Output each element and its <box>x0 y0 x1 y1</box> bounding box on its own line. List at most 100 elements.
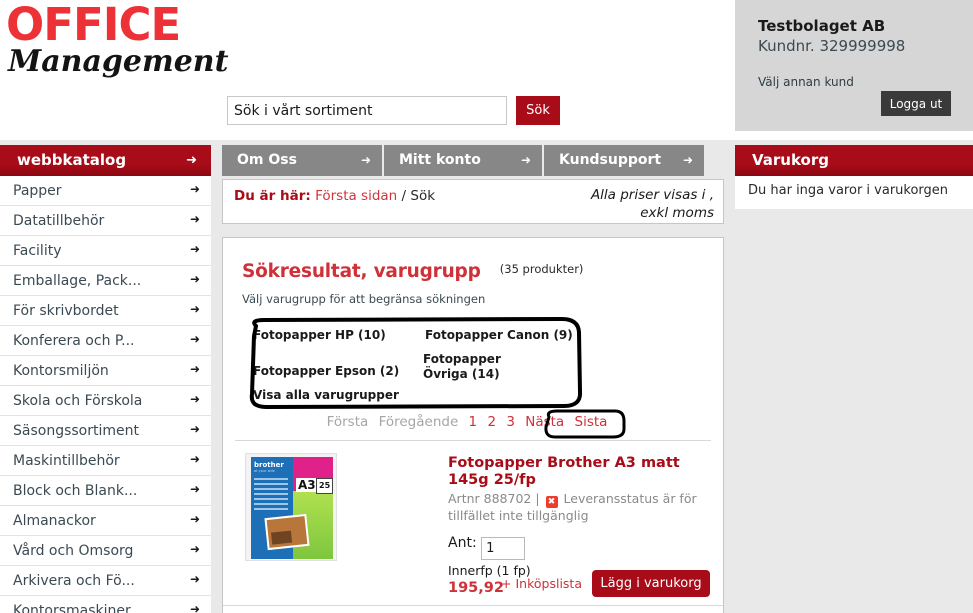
top-nav-tabs: Om Oss ➜ Mitt konto ➜ Kundsupport ➜ <box>222 145 724 176</box>
sidebar-item-label: Skola och Förskola <box>13 393 143 409</box>
logout-button[interactable]: Logga ut <box>881 91 951 116</box>
sidebar-item-block-blank[interactable]: Block och Blank... ➜ <box>0 476 211 506</box>
sidebar-item-skola[interactable]: Skola och Förskola ➜ <box>0 386 211 416</box>
sidebar-item-label: För skrivbordet <box>13 303 119 319</box>
arrow-right-icon: ➜ <box>189 212 200 226</box>
product-actions: + Inköpslista Lägg i varukorg <box>501 570 710 597</box>
quantity-input[interactable] <box>481 537 526 560</box>
meta-separator: | <box>535 491 540 506</box>
price-disclaimer-line2: exkl moms <box>640 205 714 221</box>
sidebar-item-label: Block och Blank... <box>13 483 138 499</box>
tab-label: Kundsupport <box>559 152 662 168</box>
sidebar-item-label: Maskintillbehör <box>13 453 120 469</box>
sidebar-item-kontorsmiljon[interactable]: Kontorsmiljön ➜ <box>0 356 211 386</box>
cart-column: Varukorg Du har inga varor i varukorgen <box>735 145 973 209</box>
pagination-first: Första <box>326 414 369 430</box>
pagination-page-1[interactable]: 1 <box>469 414 478 430</box>
main-content-column: Om Oss ➜ Mitt konto ➜ Kundsupport ➜ Du ä… <box>222 145 724 613</box>
sidebar-item-almanackor[interactable]: Almanackor ➜ <box>0 506 211 536</box>
breadcrumb-current: / Sök <box>401 188 436 204</box>
brother-size-badge: A3 <box>296 478 318 492</box>
product-thumbnail[interactable]: brother at your side A3 25 <box>245 453 337 561</box>
arrow-right-icon: ➜ <box>189 242 200 256</box>
group-link-canon[interactable]: Fotopapper Canon (9) <box>425 328 573 343</box>
sidebar-item-label: Vård och Omsorg <box>13 543 134 559</box>
tab-mitt-konto[interactable]: Mitt konto ➜ <box>384 145 542 176</box>
sidebar-item-datatillbehor[interactable]: Datatillbehör ➜ <box>0 206 211 236</box>
page-root: OFFICE Management Sök Testbolaget AB Kun… <box>0 0 973 613</box>
sidebar-item-for-skrivbordet[interactable]: För skrivbordet ➜ <box>0 296 211 326</box>
sidebar-header[interactable]: webbkatalog ➜ <box>0 145 211 176</box>
results-count: (35 produkter) <box>499 262 584 276</box>
switch-customer-link[interactable]: Välj annan kund <box>758 75 973 89</box>
pagination-next[interactable]: Nästa <box>525 414 564 430</box>
arrow-right-icon: ➜ <box>189 572 200 586</box>
sidebar-item-emballage[interactable]: Emballage, Pack... ➜ <box>0 266 211 296</box>
sidebar-item-papper[interactable]: Papper ➜ <box>0 176 211 206</box>
site-logo[interactable]: OFFICE Management <box>6 0 229 79</box>
sidebar-item-label: Kontorsmaskiner <box>13 603 131 613</box>
breadcrumb: Du är här: Första sidan / Sök Alla prise… <box>222 179 724 224</box>
arrow-right-icon: ➜ <box>189 422 200 436</box>
sidebar-item-label: Papper <box>13 183 62 199</box>
arrow-right-icon: ➜ <box>189 512 200 526</box>
quantity-row: Ant: <box>448 535 723 560</box>
breadcrumb-home-link[interactable]: Första sidan <box>315 188 397 204</box>
logo-primary-text: OFFICE <box>6 0 181 51</box>
brother-count-badge: 25 <box>316 478 334 494</box>
pagination-page-3[interactable]: 3 <box>506 414 515 430</box>
arrow-right-icon: ➜ <box>189 302 200 316</box>
logo-secondary-text: Management <box>8 44 229 79</box>
group-link-show-all[interactable]: Visa alla varugrupper <box>253 388 399 403</box>
cart-header: Varukorg <box>735 145 973 176</box>
tab-om-oss[interactable]: Om Oss ➜ <box>222 145 382 176</box>
sidebar-item-facility[interactable]: Facility ➜ <box>0 236 211 266</box>
price-disclaimer-line1: Alla priser visas i , <box>590 187 714 203</box>
arrow-right-icon: ➜ <box>189 392 200 406</box>
arrow-right-icon: ➜ <box>189 542 200 556</box>
page-header: OFFICE Management Sök Testbolaget AB Kun… <box>0 0 973 140</box>
brother-sample-photo <box>264 513 310 551</box>
arrow-right-icon: ➜ <box>189 332 200 346</box>
group-link-epson[interactable]: Fotopapper Epson (2) <box>253 364 399 379</box>
sidebar-item-kontorsmaskiner[interactable]: Kontorsmaskiner ➜ <box>0 596 211 613</box>
sidebar-item-maskintillbehor[interactable]: Maskintillbehör ➜ <box>0 446 211 476</box>
sidebar-item-arkivera[interactable]: Arkivera och Fö... ➜ <box>0 566 211 596</box>
arrow-right-icon: ➜ <box>189 482 200 496</box>
search-button[interactable]: Sök <box>516 96 560 125</box>
sidebar-navigation: webbkatalog ➜ Papper ➜ Datatillbehör ➜ F… <box>0 145 211 613</box>
pagination-page-2[interactable]: 2 <box>487 414 496 430</box>
quantity-label: Ant: <box>448 535 477 551</box>
sidebar-item-label: Kontorsmiljön <box>13 363 109 379</box>
add-to-shopping-list-link[interactable]: + Inköpslista <box>501 576 582 591</box>
arrow-right-icon: ➜ <box>189 182 200 196</box>
user-customer-number: Kundnr. 329999998 <box>758 37 906 55</box>
sidebar-item-label: Säsongssortiment <box>13 423 139 439</box>
arrow-right-icon: ➜ <box>189 362 200 376</box>
product-meta: Artnr 888702 | ✖ Leveransstatus är för t… <box>448 491 723 524</box>
sidebar-item-konferera[interactable]: Konferera och P... ➜ <box>0 326 211 356</box>
brother-text-lines <box>254 478 288 513</box>
product-name-link[interactable]: Fotopapper Brother A3 matt 145g 25/fp <box>448 455 723 489</box>
product-group-filters: Fotopapper HP (10) Fotopapper Canon (9) … <box>242 316 583 410</box>
tab-label: Mitt konto <box>399 152 481 168</box>
arrow-right-icon: ➜ <box>189 452 200 466</box>
user-company-name: Testbolaget AB <box>758 17 886 35</box>
add-to-cart-button[interactable]: Lägg i varukorg <box>592 570 710 597</box>
sidebar-item-label: Datatillbehör <box>13 213 105 229</box>
group-link-hp[interactable]: Fotopapper HP (10) <box>253 328 386 343</box>
price-disclaimer: Alla priser visas i , exkl moms <box>514 186 714 222</box>
sidebar-item-sasongssortiment[interactable]: Säsongssortiment ➜ <box>0 416 211 446</box>
group-link-ovriga[interactable]: Fotopapper Övriga (14) <box>423 352 543 382</box>
error-x-icon: ✖ <box>545 496 558 508</box>
tab-kundsupport[interactable]: Kundsupport ➜ <box>544 145 704 176</box>
table-row: brother at your side A3 25 Fotopapper Br… <box>223 441 723 606</box>
sidebar-item-vard-omsorg[interactable]: Vård och Omsorg ➜ <box>0 536 211 566</box>
arrow-right-icon: ➜ <box>360 153 371 167</box>
sidebar-item-label: Arkivera och Fö... <box>13 573 135 589</box>
search-area: Sök <box>227 96 560 125</box>
page-title: Sökresultat, varugrupp <box>242 261 481 282</box>
search-input[interactable] <box>227 96 507 125</box>
product-article-number: Artnr 888702 <box>448 491 532 506</box>
pagination-last[interactable]: Sista <box>575 414 608 430</box>
